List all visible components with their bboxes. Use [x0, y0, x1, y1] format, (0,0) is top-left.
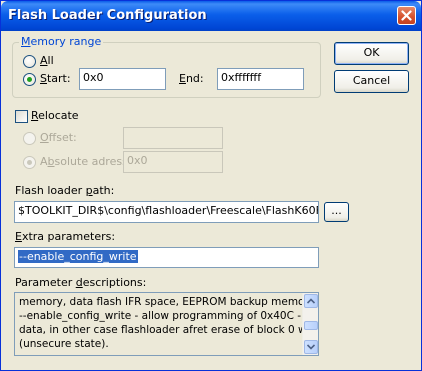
close-button[interactable] — [397, 6, 416, 25]
start-label[interactable]: Start: — [40, 72, 71, 85]
absolute-address-label: Absolute adress: — [40, 155, 132, 168]
all-label[interactable]: All — [40, 54, 54, 67]
close-icon — [401, 10, 412, 21]
window-title: Flash Loader Configuration — [8, 8, 207, 23]
scroll-down-arrow-icon — [307, 344, 315, 350]
extra-parameters-value: --enable_config_write — [18, 250, 138, 263]
relocate-label[interactable]: Relocate — [31, 109, 79, 122]
scroll-up-arrow-icon — [307, 298, 315, 304]
description-line: data, in other case flashloader afret er… — [19, 324, 319, 336]
end-label: End: — [179, 72, 204, 85]
extra-parameters-input[interactable]: --enable_config_write — [14, 247, 319, 268]
vertical-scrollbar[interactable] — [302, 293, 318, 355]
description-line: memory, data flash IFR space, EEPROM bac… — [19, 296, 319, 308]
scroll-thumb[interactable] — [304, 321, 318, 330]
parameter-descriptions-box[interactable]: memory, data flash IFR space, EEPROM bac… — [14, 292, 319, 356]
cancel-button[interactable]: Cancel — [334, 70, 409, 93]
description-line: --enable_config_write - allow programmin… — [19, 310, 319, 322]
start-radio[interactable] — [23, 73, 36, 86]
absolute-address-radio[interactable] — [23, 156, 36, 169]
flash-loader-path-input[interactable]: $TOOLKIT_DIR$\config\flashloader\Freesca… — [14, 201, 319, 223]
offset-radio[interactable] — [23, 132, 36, 145]
relocate-checkbox[interactable] — [15, 110, 28, 123]
extra-parameters-label: Extra parameters: — [15, 230, 116, 243]
memory-range-legend: Memory range — [19, 35, 104, 48]
scroll-up-button[interactable] — [304, 294, 318, 308]
parameter-descriptions-label: Parameter descriptions: — [15, 276, 147, 289]
all-radio[interactable] — [23, 55, 36, 68]
scroll-down-button[interactable] — [304, 340, 318, 354]
flash-loader-config-dialog: Flash Loader Configuration Memory range … — [0, 0, 422, 371]
offset-label: Offset: — [40, 131, 77, 144]
title-bar[interactable]: Flash Loader Configuration — [1, 1, 421, 31]
description-line: (unsecure state). — [19, 338, 109, 350]
offset-input[interactable] — [123, 127, 223, 149]
browse-button[interactable]: ... — [324, 202, 349, 222]
start-input[interactable]: 0x0 — [79, 68, 166, 90]
flash-loader-path-label: Flash loader path: — [15, 184, 115, 197]
absolute-address-input[interactable]: 0x0 — [123, 151, 223, 173]
ok-button[interactable]: OK — [334, 42, 409, 65]
end-input[interactable]: 0xfffffff — [217, 68, 304, 90]
